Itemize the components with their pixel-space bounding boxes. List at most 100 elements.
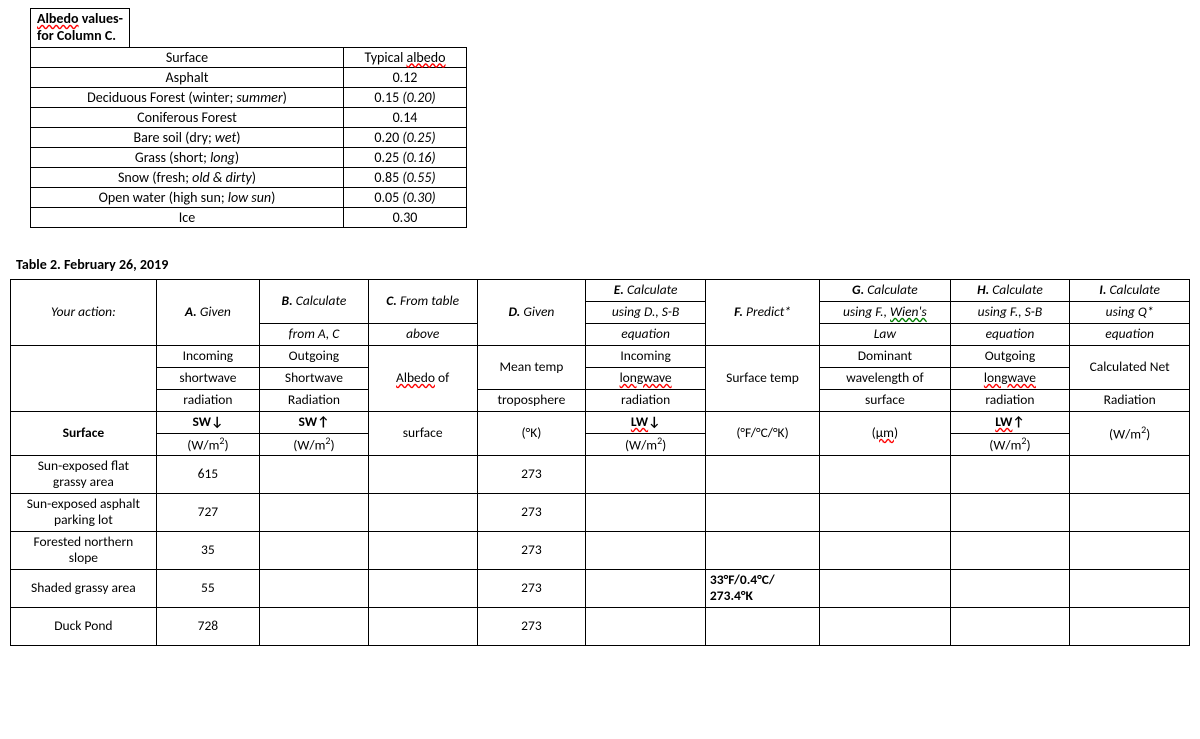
- colC-unit: surface: [368, 411, 477, 455]
- colD-mid1: Mean temp: [477, 345, 586, 389]
- cell-F[interactable]: [705, 607, 819, 645]
- cell-G[interactable]: [820, 493, 951, 531]
- albedo-row-value: 0.15 (0.20): [344, 87, 467, 107]
- colA-mid2: shortwave: [156, 367, 259, 389]
- cell-F[interactable]: 33°F/0.4°C/273.4°K: [705, 569, 819, 607]
- surface-header: Surface: [11, 411, 157, 455]
- colH-top2: using F., S-B: [950, 301, 1070, 323]
- colA-top: A. Given: [156, 279, 259, 345]
- colH-mid2: longwave: [950, 367, 1070, 389]
- cell-B[interactable]: [260, 455, 369, 493]
- albedo-title-rest1: values-: [82, 10, 123, 27]
- cell-F[interactable]: [705, 493, 819, 531]
- colB-unit-wm2: (W/m2): [260, 433, 369, 455]
- albedo-title: Albedo values- for Column C.: [30, 8, 130, 47]
- colI-unit: (W/m2): [1070, 411, 1190, 455]
- albedo-header-typical: Typical albedo: [344, 47, 467, 67]
- colA-unit-sym: SW↓: [156, 411, 259, 433]
- colG-mid3: surface: [820, 389, 951, 411]
- cell-C[interactable]: [368, 569, 477, 607]
- cell-C[interactable]: [368, 607, 477, 645]
- cell-I[interactable]: [1070, 607, 1190, 645]
- your-action-label: Your action:: [11, 279, 157, 345]
- colA-mid1: Incoming: [156, 345, 259, 367]
- albedo-header-surface: Surface: [31, 47, 344, 67]
- colE-mid3: radiation: [586, 389, 706, 411]
- colC-top2: above: [368, 323, 477, 345]
- cell-D[interactable]: 273: [477, 493, 586, 531]
- cell-G[interactable]: [820, 569, 951, 607]
- cell-C[interactable]: [368, 455, 477, 493]
- cell-G[interactable]: [820, 531, 951, 569]
- colE-top3: equation: [586, 323, 706, 345]
- cell-B[interactable]: [260, 607, 369, 645]
- albedo-row-value: 0.12: [344, 67, 467, 87]
- table2-title: Table 2. February 26, 2019: [16, 256, 1190, 273]
- table-row: Duck Pond 728 273: [11, 607, 1190, 645]
- colH-mid3: radiation: [950, 389, 1070, 411]
- cell-D[interactable]: 273: [477, 569, 586, 607]
- colD-top: D. Given: [477, 279, 586, 345]
- albedo-row-value: 0.30: [344, 207, 467, 227]
- albedo-row-value: 0.14: [344, 107, 467, 127]
- table-row: Forested northernslope 35 273: [11, 531, 1190, 569]
- cell-H[interactable]: [950, 607, 1070, 645]
- colG-top3: Law: [820, 323, 951, 345]
- colG-mid2: wavelength of: [820, 367, 951, 389]
- colE-unit-wm2: (W/m2): [586, 433, 706, 455]
- cell-D[interactable]: 273: [477, 607, 586, 645]
- cell-A[interactable]: 727: [156, 493, 259, 531]
- cell-E[interactable]: [586, 531, 706, 569]
- cell-H[interactable]: [950, 569, 1070, 607]
- colH-top1: H. Calculate: [950, 279, 1070, 301]
- albedo-row-value: 0.25 (0.16): [344, 147, 467, 167]
- colF-top: F. Predict*: [705, 279, 819, 345]
- cell-G[interactable]: [820, 607, 951, 645]
- cell-F[interactable]: [705, 531, 819, 569]
- cell-E[interactable]: [586, 569, 706, 607]
- cell-F[interactable]: [705, 455, 819, 493]
- cell-H[interactable]: [950, 531, 1070, 569]
- cell-G[interactable]: [820, 455, 951, 493]
- main-table: Your action: A. Given B. Calculate C. Fr…: [10, 279, 1190, 646]
- albedo-row-value: 0.85 (0.55): [344, 167, 467, 187]
- blank: [11, 345, 157, 411]
- albedo-row-surface: Open water (high sun; low sun): [31, 187, 344, 207]
- cell-B[interactable]: [260, 531, 369, 569]
- cell-E[interactable]: [586, 455, 706, 493]
- cell-E[interactable]: [586, 493, 706, 531]
- cell-A[interactable]: 35: [156, 531, 259, 569]
- cell-B[interactable]: [260, 493, 369, 531]
- colI-mid1: Calculated Net: [1070, 345, 1190, 389]
- albedo-table: Surface Typical albedo Asphalt 0.12 Deci…: [30, 47, 467, 228]
- cell-C[interactable]: [368, 493, 477, 531]
- surface-name: Forested northernslope: [11, 531, 157, 569]
- cell-D[interactable]: 273: [477, 531, 586, 569]
- colE-top2: using D., S-B: [586, 301, 706, 323]
- cell-D[interactable]: 273: [477, 455, 586, 493]
- albedo-row-value: 0.05 (0.30): [344, 187, 467, 207]
- cell-I[interactable]: [1070, 455, 1190, 493]
- cell-B[interactable]: [260, 569, 369, 607]
- albedo-row-surface: Snow (fresh; old & dirty): [31, 167, 344, 187]
- cell-H[interactable]: [950, 493, 1070, 531]
- cell-A[interactable]: 55: [156, 569, 259, 607]
- cell-I[interactable]: [1070, 531, 1190, 569]
- cell-C[interactable]: [368, 531, 477, 569]
- colI-top3: equation: [1070, 323, 1190, 345]
- colG-unit: (µm): [820, 411, 951, 455]
- albedo-title-word: Albedo: [37, 10, 79, 27]
- colB-mid1: Outgoing: [260, 345, 369, 367]
- table-row: Sun-exposed flatgrassy area 615 273: [11, 455, 1190, 493]
- cell-E[interactable]: [586, 607, 706, 645]
- cell-I[interactable]: [1070, 569, 1190, 607]
- cell-H[interactable]: [950, 455, 1070, 493]
- cell-I[interactable]: [1070, 493, 1190, 531]
- colH-unit-wm2: (W/m2): [950, 433, 1070, 455]
- colB-top: B. Calculate: [260, 279, 369, 323]
- colE-mid2: longwave: [586, 367, 706, 389]
- cell-A[interactable]: 615: [156, 455, 259, 493]
- cell-A[interactable]: 728: [156, 607, 259, 645]
- surface-name: Duck Pond: [11, 607, 157, 645]
- table-row: Sun-exposed asphaltparking lot 727 273: [11, 493, 1190, 531]
